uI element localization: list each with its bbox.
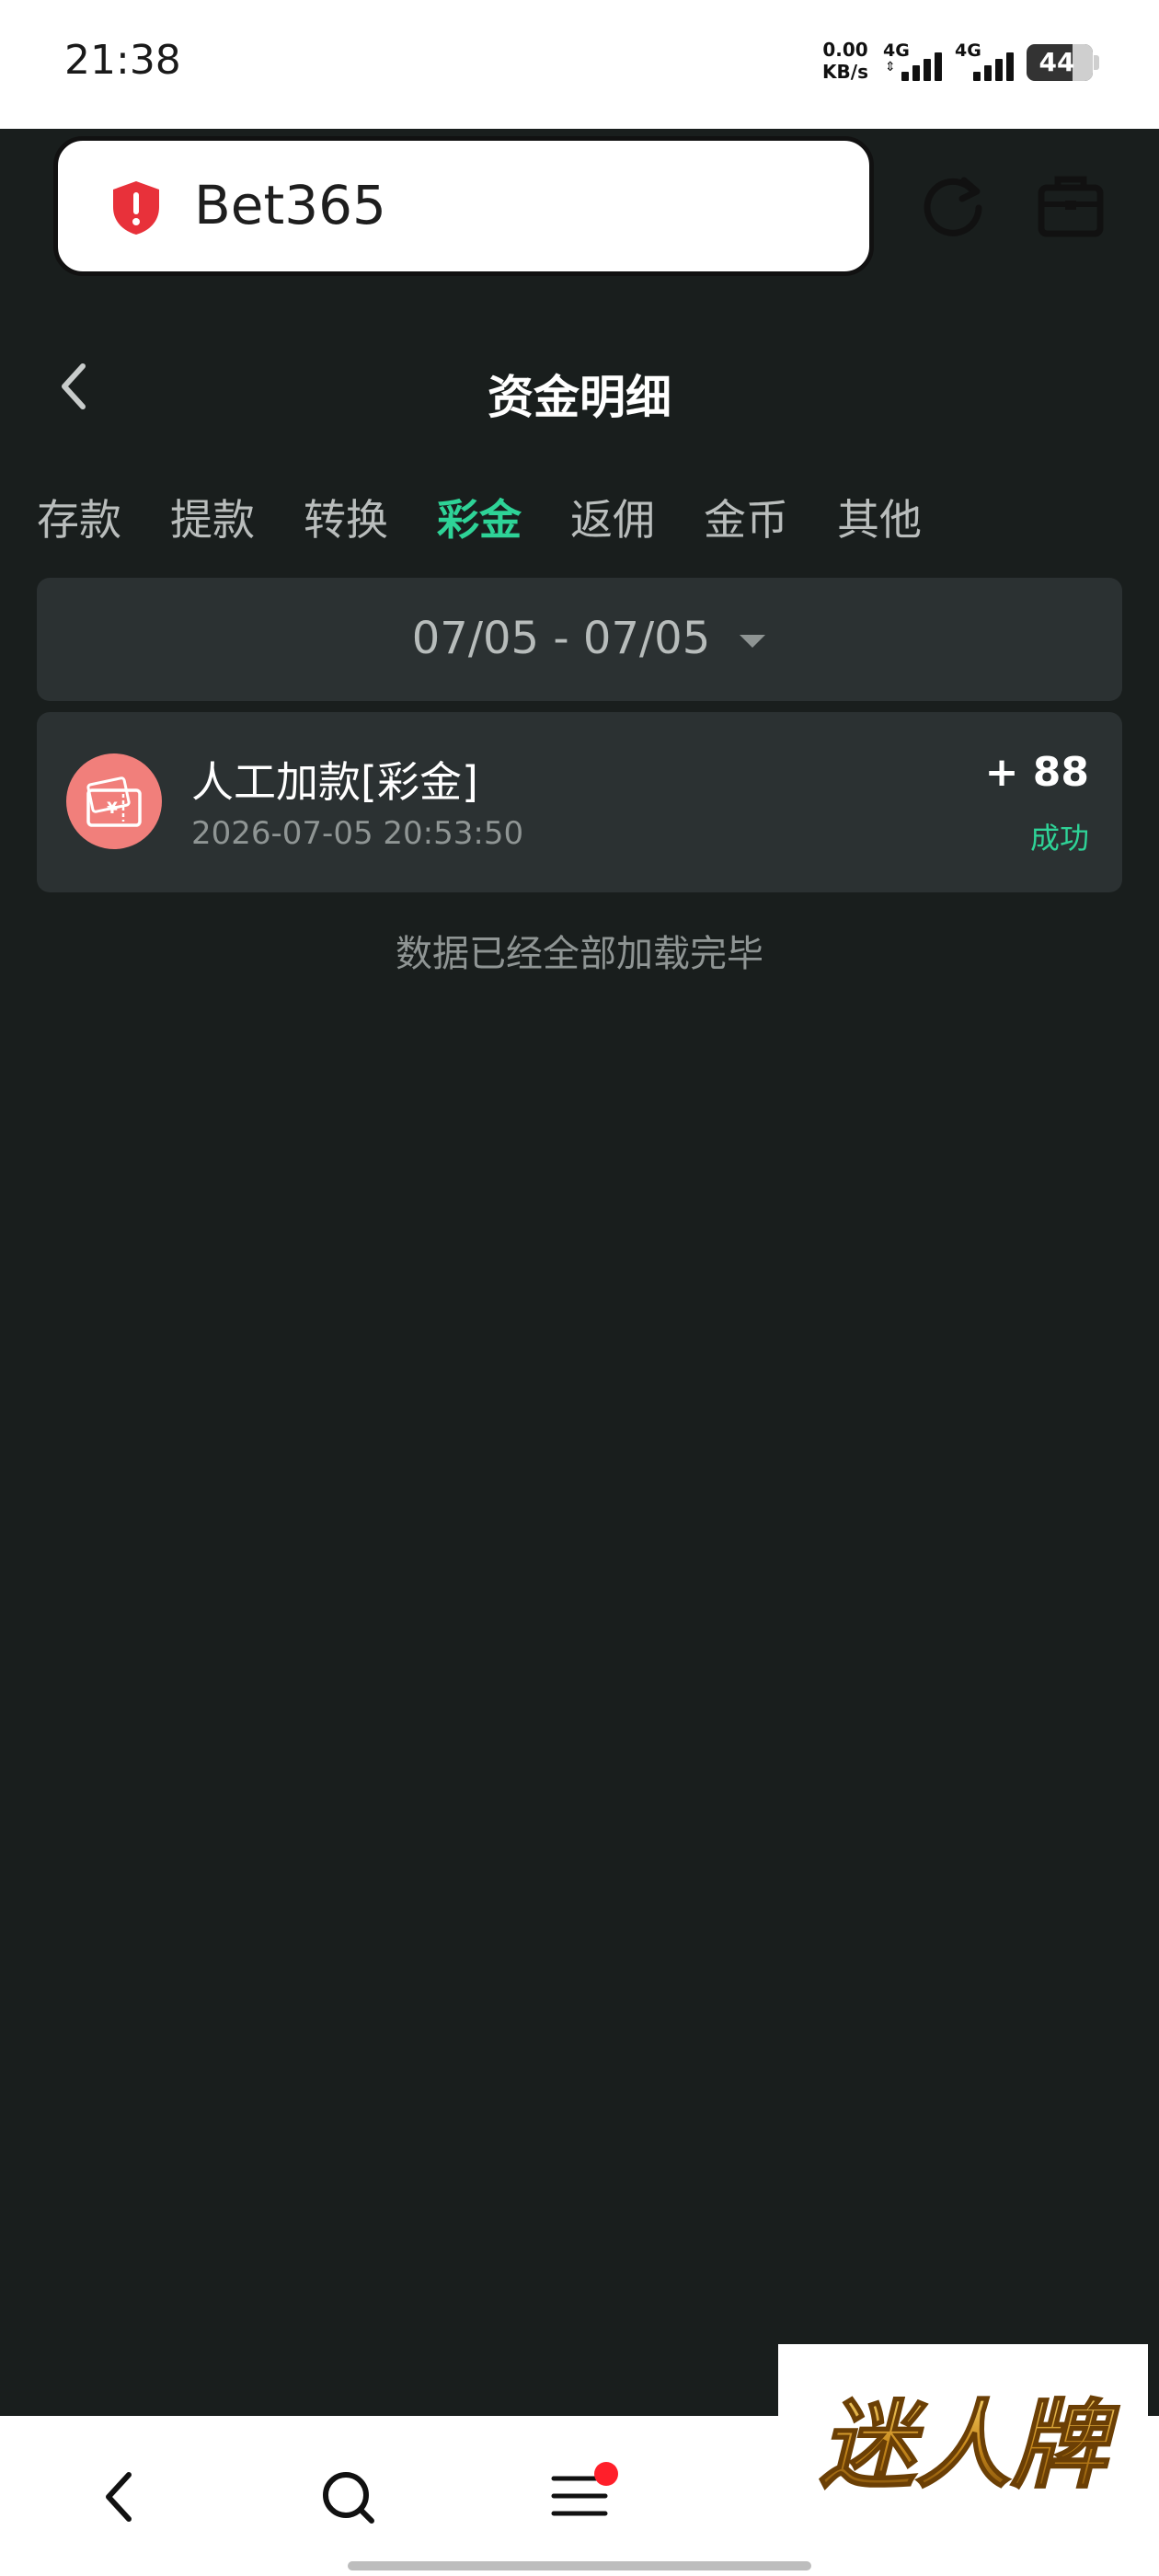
- search-icon[interactable]: [318, 2467, 377, 2526]
- status-time: 21:38: [64, 37, 181, 84]
- notification-dot: [594, 2462, 618, 2486]
- date-range-filter[interactable]: 07/05 - 07/05: [37, 578, 1122, 701]
- home-indicator: [348, 2561, 811, 2570]
- tab-withdraw[interactable]: 提款: [170, 488, 304, 552]
- briefcase-icon[interactable]: [1036, 171, 1106, 241]
- battery-tip: [1094, 55, 1099, 70]
- data-activity-icon: ⇕: [885, 60, 896, 75]
- chevron-down-icon[interactable]: [740, 635, 765, 648]
- network-speed: 0.00 KB/s: [817, 39, 874, 83]
- back-arrow-icon[interactable]: [98, 2467, 138, 2526]
- status-bar: 21:38 0.00 KB/s 4G ⇕ 4G 44 Bet365: [0, 0, 1159, 276]
- tab-bar: 存款 提款 转换 彩金 返佣 金币 其他: [37, 488, 970, 552]
- status-badge: 成功: [1029, 821, 1089, 856]
- svg-text:迷人牌: 迷人牌: [820, 2389, 1120, 2501]
- tab-transfer[interactable]: 转换: [304, 488, 437, 552]
- bonus-ticket-icon: ¥: [66, 753, 162, 849]
- network-speed-unit: KB/s: [822, 61, 868, 83]
- record-timestamp: 2026-07-05 20:53:50: [191, 815, 524, 852]
- tab-deposit[interactable]: 存款: [37, 488, 170, 552]
- record-title: 人工加款[彩金]: [191, 757, 478, 807]
- address-bar[interactable]: Bet365: [53, 136, 874, 276]
- tab-coins[interactable]: 金币: [704, 488, 837, 552]
- svg-text:¥: ¥: [107, 799, 118, 818]
- page-title: 资金明细: [488, 371, 671, 424]
- list-end-text: 数据已经全部加载完毕: [396, 933, 763, 975]
- list-item[interactable]: ¥ 人工加款[彩金] 2026-07-05 20:53:50 + 88 成功: [37, 712, 1122, 892]
- battery-icon: 44: [1027, 44, 1093, 81]
- date-range-text[interactable]: 07/05 - 07/05: [37, 613, 1085, 664]
- tab-bonus[interactable]: 彩金: [437, 488, 570, 552]
- tab-rebate[interactable]: 返佣: [570, 488, 704, 552]
- url-text[interactable]: Bet365: [194, 174, 386, 236]
- reload-icon[interactable]: [916, 171, 990, 245]
- record-amount: + 88: [984, 749, 1089, 796]
- shield-alert-icon[interactable]: [109, 179, 163, 236]
- battery-level: 44: [1039, 47, 1075, 77]
- tab-other[interactable]: 其他: [837, 488, 970, 552]
- page-header: 资金明细: [0, 315, 1159, 462]
- network-speed-value: 0.00: [822, 39, 868, 61]
- signal-strength-icon: 4G ⇕: [883, 40, 966, 83]
- signal-strength-icon: 4G: [955, 40, 1038, 83]
- watermark-logo: 迷人牌: [778, 2344, 1148, 2550]
